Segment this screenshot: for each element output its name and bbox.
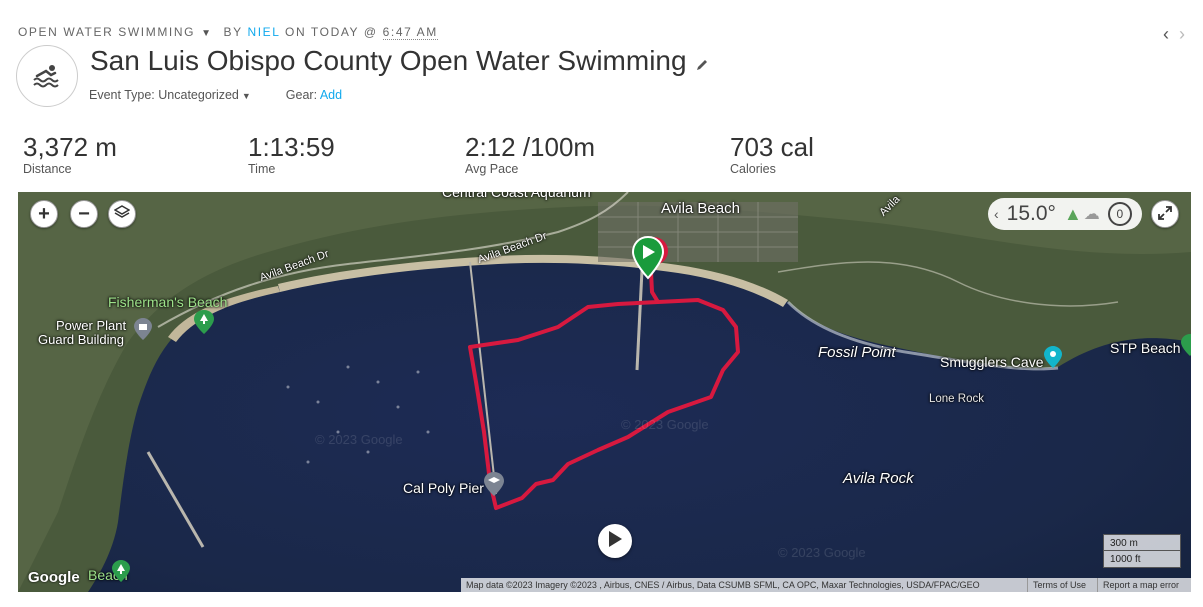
swimmer-icon bbox=[16, 45, 78, 107]
route-map[interactable]: © 2023 Google © 2023 Google © 2023 Googl… bbox=[18, 192, 1191, 592]
fullscreen-icon bbox=[1158, 203, 1172, 226]
park-icon[interactable] bbox=[1181, 334, 1191, 361]
stat-distance: 3,372 m Distance bbox=[23, 132, 117, 176]
wind-icon: 0 bbox=[1107, 202, 1132, 226]
event-type-select[interactable]: Uncategorized ▼ bbox=[158, 88, 251, 102]
stat-label: Distance bbox=[23, 162, 72, 176]
layers-icon bbox=[113, 203, 131, 226]
stat-label: Calories bbox=[730, 162, 776, 176]
caret-down-icon: ▼ bbox=[241, 91, 251, 101]
chevron-left-icon[interactable]: ‹ bbox=[994, 206, 999, 222]
event-type-label: Event Type: bbox=[89, 88, 155, 102]
wind-speed: 0 bbox=[1116, 207, 1124, 221]
chevron-right-icon[interactable]: › bbox=[1179, 24, 1195, 44]
by-label: BY bbox=[223, 25, 243, 39]
map-watermark: © 2023 Google bbox=[621, 417, 709, 432]
stat-time: 1:13:59 Time bbox=[248, 132, 335, 176]
tree-icon: ▲ bbox=[1063, 203, 1082, 224]
place-label[interactable]: Cal Poly Pier bbox=[403, 480, 484, 496]
terms-link[interactable]: Terms of Use bbox=[1027, 578, 1097, 592]
activity-nav: ‹› bbox=[1163, 24, 1195, 45]
place-label: Avila Rock bbox=[843, 470, 914, 487]
pencil-icon[interactable] bbox=[695, 47, 709, 79]
on-label: ON TODAY @ bbox=[285, 25, 378, 39]
map-scale: 300 m 1000 ft bbox=[1103, 534, 1181, 568]
zoom-out-button[interactable]: − bbox=[70, 200, 98, 228]
place-label[interactable]: Guard Building bbox=[38, 332, 124, 347]
map-attribution: Map data ©2023 Imagery ©2023 , Airbus, C… bbox=[461, 578, 1027, 592]
layers-button[interactable] bbox=[108, 200, 136, 228]
google-logo[interactable]: Google bbox=[28, 569, 80, 586]
activity-type-dropdown-icon[interactable]: ▼ bbox=[201, 28, 213, 39]
park-icon[interactable] bbox=[194, 310, 214, 339]
play-icon bbox=[607, 530, 623, 553]
place-label[interactable]: Central Coast Aquarium bbox=[442, 192, 591, 200]
map-watermark: © 2023 Google bbox=[778, 545, 866, 560]
place-label[interactable]: Avila Beach bbox=[661, 200, 740, 217]
activity-time: 6:47 AM bbox=[382, 25, 438, 40]
page-title: San Luis Obispo County Open Water Swimmi… bbox=[90, 45, 709, 79]
activity-type-link[interactable]: OPEN WATER SWIMMING bbox=[18, 25, 195, 39]
event-type-value: Uncategorized bbox=[158, 88, 239, 102]
place-label[interactable]: Power Plant bbox=[56, 318, 126, 333]
temperature-value: 15.0° bbox=[1006, 202, 1056, 225]
map-watermark: © 2023 Google bbox=[315, 432, 403, 447]
play-button[interactable] bbox=[598, 524, 632, 558]
start-marker-icon[interactable] bbox=[631, 235, 668, 285]
school-icon[interactable] bbox=[484, 472, 504, 501]
chevron-left-icon[interactable]: ‹ bbox=[1163, 24, 1179, 44]
zoom-in-button[interactable]: + bbox=[30, 200, 58, 228]
fullscreen-button[interactable] bbox=[1151, 200, 1179, 228]
scale-metric: 300 m bbox=[1103, 534, 1181, 551]
gear-add-link[interactable]: Add bbox=[320, 88, 342, 102]
place-label: Fossil Point bbox=[818, 344, 896, 361]
activity-byline: OPEN WATER SWIMMING ▼ BY NIEL ON TODAY @ … bbox=[18, 25, 438, 40]
place-label[interactable]: Smugglers Cave bbox=[940, 354, 1044, 370]
activity-title: San Luis Obispo County Open Water Swimmi… bbox=[90, 45, 687, 76]
place-label[interactable]: STP Beach bbox=[1110, 340, 1181, 356]
activity-meta: Event Type: Uncategorized ▼ Gear: Add bbox=[89, 88, 342, 102]
stat-value: 2:12 /100m bbox=[465, 132, 596, 162]
museum-icon[interactable] bbox=[134, 318, 152, 345]
stat-avg-pace: 2:12 /100m Avg Pace bbox=[465, 132, 595, 176]
user-link[interactable]: NIEL bbox=[247, 25, 280, 39]
place-label[interactable]: Fisherman's Beach bbox=[108, 294, 227, 310]
scale-imperial: 1000 ft bbox=[1103, 551, 1181, 568]
weather-widget[interactable]: ‹ 15.0° ▲ ☁ 0 bbox=[988, 198, 1142, 230]
stat-value: 703 cal bbox=[730, 132, 814, 162]
report-map-error-link[interactable]: Report a map error bbox=[1097, 578, 1191, 592]
stat-value: 1:13:59 bbox=[248, 132, 335, 162]
stat-value: 3,372 m bbox=[23, 132, 117, 162]
place-label: Lone Rock bbox=[929, 393, 984, 405]
stat-label: Time bbox=[248, 162, 276, 176]
stat-label: Avg Pace bbox=[465, 162, 519, 176]
park-icon[interactable] bbox=[112, 560, 130, 587]
gear-label: Gear: bbox=[285, 88, 318, 102]
stat-calories: 703 cal Calories bbox=[730, 132, 814, 176]
cloud-icon: ☁ bbox=[1083, 206, 1100, 223]
camera-icon[interactable] bbox=[1044, 346, 1062, 373]
